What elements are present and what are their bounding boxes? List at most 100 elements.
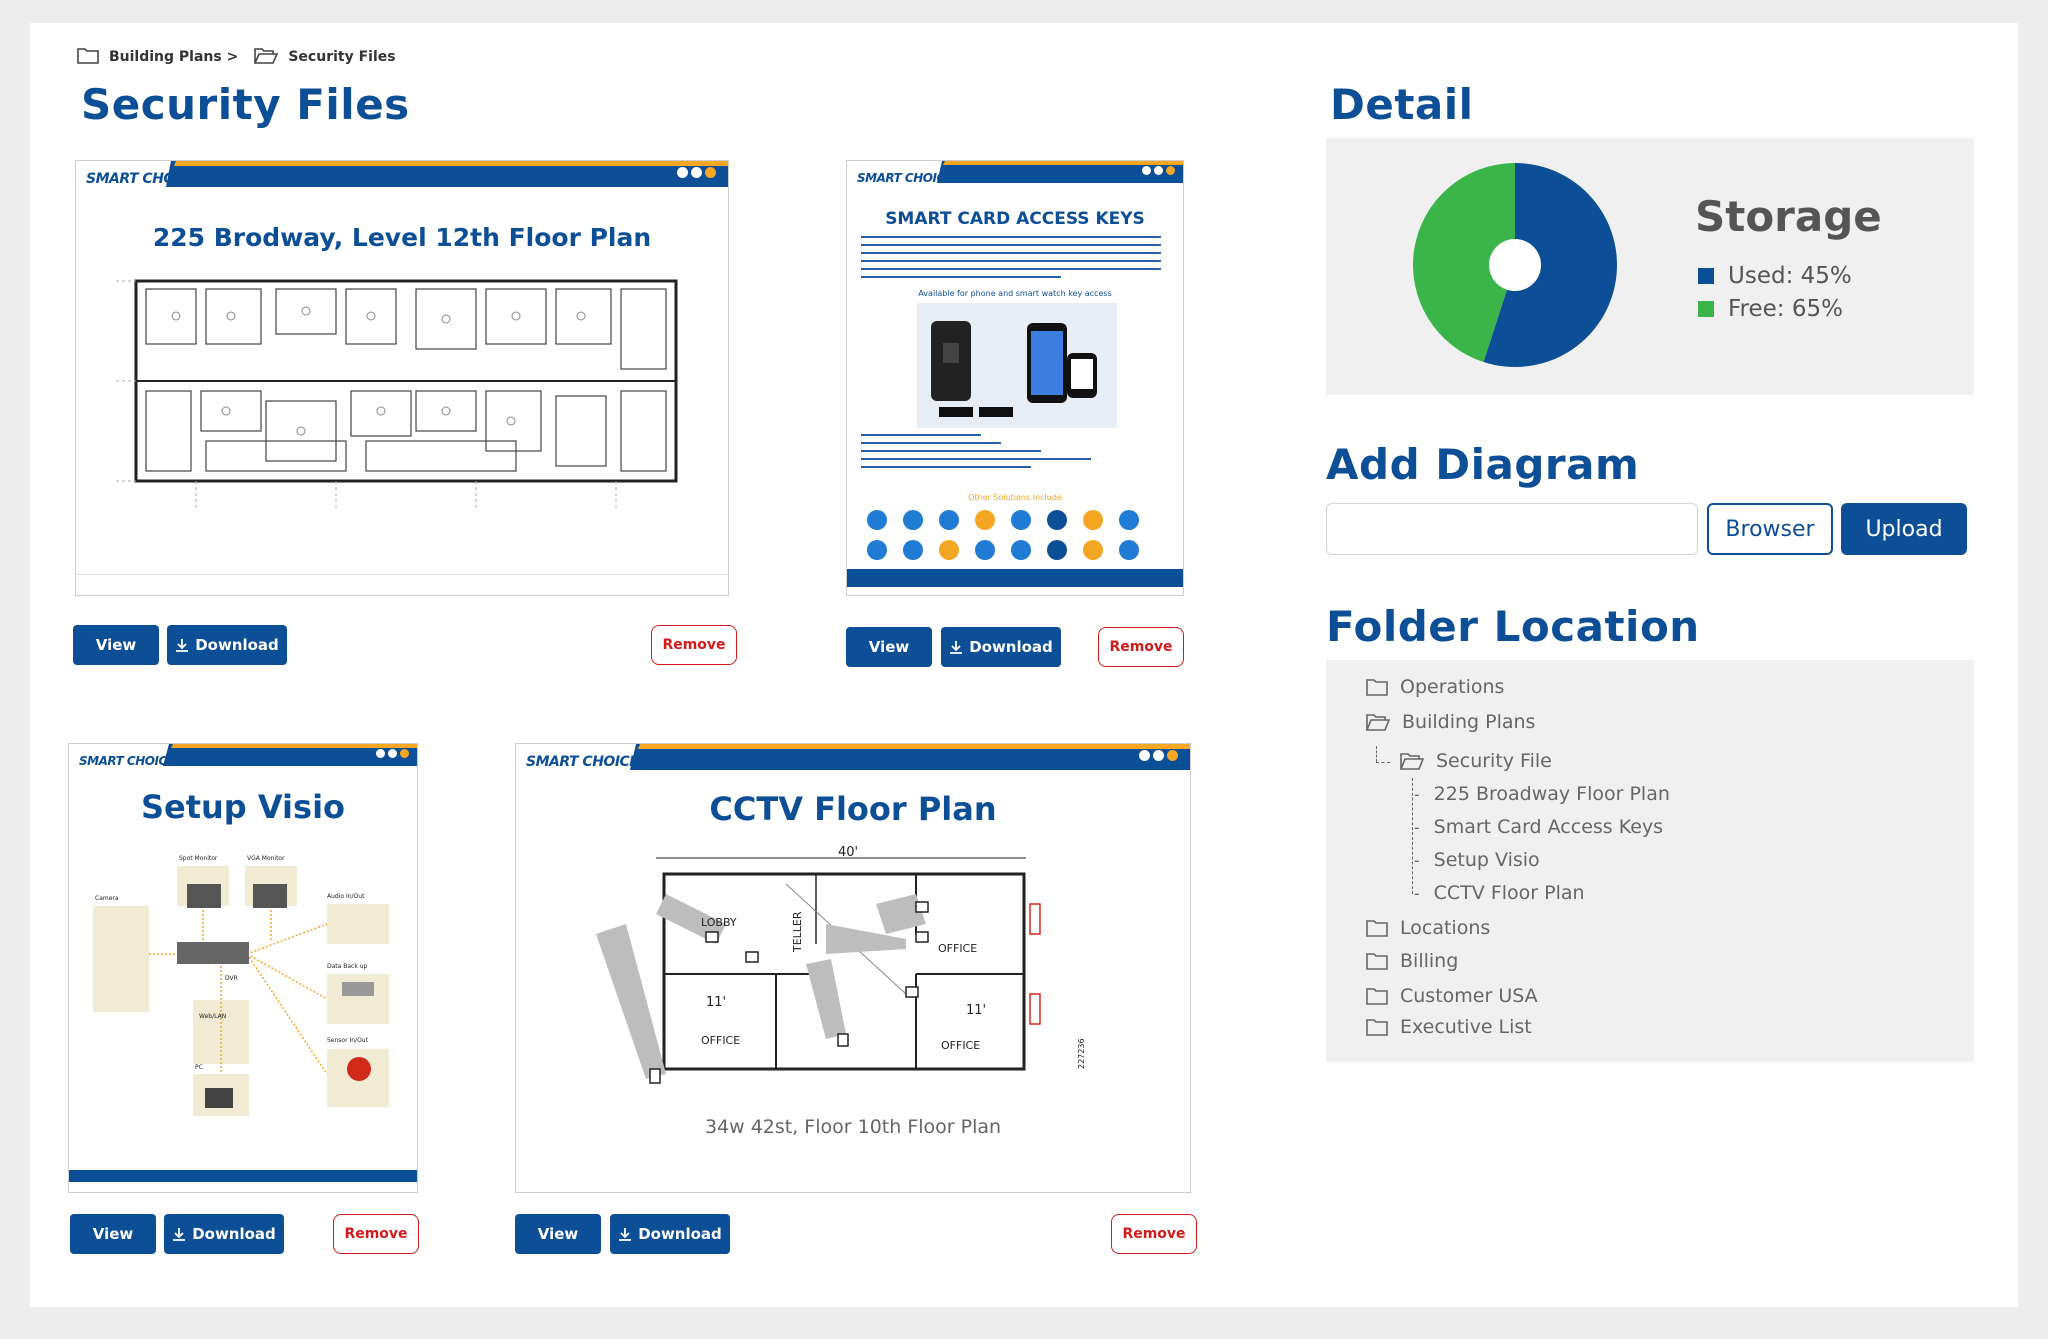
folder-icon bbox=[77, 46, 109, 68]
label-sensor: Sensor In/Out bbox=[327, 1037, 369, 1044]
label-spot-monitor: Spot Monitor bbox=[179, 855, 218, 862]
file-card-caption: 34w 42st, Floor 10th Floor Plan bbox=[704, 1116, 1002, 1138]
diagram-file-input[interactable] bbox=[1326, 503, 1698, 555]
tree-item-locations[interactable]: Locations bbox=[1366, 917, 1490, 939]
folder-open-icon bbox=[1366, 714, 1390, 731]
download-icon bbox=[176, 639, 189, 652]
view-button[interactable]: View bbox=[846, 627, 932, 667]
label-camera: Camera bbox=[95, 895, 119, 902]
tree-item-billing[interactable]: Billing bbox=[1366, 950, 1458, 972]
download-icon bbox=[173, 1228, 186, 1241]
brochure-text-lines bbox=[861, 236, 1161, 278]
download-button[interactable]: Download bbox=[610, 1214, 730, 1254]
tree-item-label: Customer USA bbox=[1400, 985, 1538, 1007]
donut-hole bbox=[1489, 239, 1541, 291]
file-card-cctv-plan[interactable]: SMART CHOICE CCTV Floor Plan 40' LOBBY T… bbox=[515, 743, 1191, 1193]
drawing-number: 227236 bbox=[1077, 1038, 1086, 1069]
tree-item-cctv[interactable]: - CCTV Floor Plan bbox=[1412, 882, 1585, 904]
label-teller: TELLER bbox=[791, 911, 804, 953]
view-button[interactable]: View bbox=[73, 625, 159, 665]
download-button[interactable]: Download bbox=[164, 1214, 284, 1254]
smart-choice-logo: SMART CHOICE bbox=[526, 754, 639, 770]
smart-choice-logo: SMART CHOICE bbox=[857, 171, 953, 185]
floor-plan-drawing bbox=[116, 279, 678, 511]
tree-item-225-broadway[interactable]: - 225 Broadway Floor Plan bbox=[1412, 783, 1670, 805]
download-label: Download bbox=[969, 638, 1053, 656]
label-office-3: OFFICE bbox=[941, 1039, 980, 1052]
folder-open-icon bbox=[254, 46, 288, 68]
tree-item-label: 225 Broadway Floor Plan bbox=[1433, 783, 1670, 805]
tree-item-label: Locations bbox=[1400, 917, 1491, 939]
label-vga-monitor: VGA Monitor bbox=[247, 855, 285, 862]
remove-button[interactable]: Remove bbox=[333, 1214, 419, 1254]
dimension-11-right: 11' bbox=[966, 1003, 986, 1018]
folder-icon bbox=[1366, 988, 1388, 1005]
remove-button[interactable]: Remove bbox=[1111, 1214, 1197, 1254]
file-card-title: Setup Visio bbox=[140, 788, 346, 826]
page-title: Security Files bbox=[81, 80, 410, 129]
solution-icons bbox=[867, 510, 1139, 560]
feature-list-lines bbox=[861, 434, 1091, 468]
dots-icon bbox=[1142, 166, 1175, 175]
tree-item-operations[interactable]: Operations bbox=[1366, 676, 1504, 698]
storage-label: Storage bbox=[1695, 192, 1882, 241]
breadcrumb-current: Security Files bbox=[288, 49, 396, 65]
dots-icon bbox=[677, 167, 716, 178]
tree-item-label: Billing bbox=[1400, 950, 1459, 972]
cctv-plan: 40' LOBBY TELLER OFFICE 11' OFFICE 11' O… bbox=[596, 845, 1086, 1084]
breadcrumb-parent[interactable]: Building Plans > bbox=[109, 49, 238, 65]
detail-title: Detail bbox=[1330, 80, 1474, 129]
upload-button[interactable]: Upload bbox=[1841, 503, 1967, 555]
legend-free-label: Free: 65% bbox=[1728, 296, 1843, 322]
file-card-setup-visio[interactable]: SMART CHOICE Setup Visio Spot Monitor VG… bbox=[68, 743, 418, 1193]
download-label: Download bbox=[638, 1225, 722, 1243]
legend-free: Free: 65% bbox=[1698, 296, 1843, 322]
remove-button[interactable]: Remove bbox=[651, 625, 737, 665]
legend-used-label: Used: 45% bbox=[1728, 263, 1852, 289]
tree-item-security-file[interactable]: Security File bbox=[1400, 750, 1552, 772]
label-web: Web/LAN bbox=[199, 1013, 226, 1020]
tree-item-executive-list[interactable]: Executive List bbox=[1366, 1016, 1532, 1038]
download-button[interactable]: Download bbox=[167, 625, 287, 665]
access-keys-image bbox=[917, 303, 1117, 428]
browser-button[interactable]: Browser bbox=[1707, 503, 1833, 555]
label-office-1: OFFICE bbox=[938, 942, 977, 955]
tree-item-label: Smart Card Access Keys bbox=[1433, 816, 1664, 838]
legend-swatch-free bbox=[1698, 301, 1714, 317]
folder-open-icon bbox=[1400, 753, 1424, 770]
tree-item-setup-visio[interactable]: - Setup Visio bbox=[1412, 849, 1540, 871]
dimension-11-left: 11' bbox=[706, 995, 726, 1010]
smart-choice-logo: SMART CHOICE bbox=[86, 171, 199, 187]
label-audio: Audio In/Out bbox=[327, 893, 365, 900]
breadcrumb: Building Plans > Security Files bbox=[77, 46, 396, 68]
file-card-access-keys[interactable]: SMART CHOICE SMART CARD ACCESS KEYS Avai… bbox=[846, 160, 1184, 596]
file-card-floor-plan[interactable]: SMART CHOICE 225 Brodway, Level 12th Flo… bbox=[75, 160, 729, 596]
label-office-2: OFFICE bbox=[701, 1034, 740, 1047]
download-icon bbox=[950, 641, 963, 654]
tree-item-label: Operations bbox=[1400, 676, 1505, 698]
download-icon bbox=[619, 1228, 632, 1241]
folder-location-title: Folder Location bbox=[1326, 602, 1700, 651]
legend-swatch-used bbox=[1698, 268, 1714, 284]
storage-donut-chart bbox=[1413, 163, 1617, 367]
remove-button[interactable]: Remove bbox=[1098, 627, 1184, 667]
view-button[interactable]: View bbox=[515, 1214, 601, 1254]
folder-icon bbox=[1366, 953, 1388, 970]
file-card-title: SMART CARD ACCESS KEYS bbox=[885, 209, 1145, 229]
tree-item-customer-usa[interactable]: Customer USA bbox=[1366, 985, 1538, 1007]
view-button[interactable]: View bbox=[70, 1214, 156, 1254]
add-diagram-title: Add Diagram bbox=[1326, 440, 1640, 489]
label-backup: Data Back up bbox=[327, 963, 368, 970]
download-button[interactable]: Download bbox=[941, 627, 1061, 667]
tree-item-label: Security File bbox=[1436, 750, 1552, 772]
label-dvr: DVR bbox=[225, 975, 238, 982]
folder-icon bbox=[1366, 1019, 1388, 1036]
dimension-40: 40' bbox=[838, 845, 858, 860]
file-card-title: CCTV Floor Plan bbox=[709, 790, 997, 828]
tree-connector: - bbox=[1412, 817, 1422, 837]
tree-item-building-plans[interactable]: Building Plans bbox=[1366, 711, 1535, 733]
dots-icon bbox=[376, 749, 409, 758]
tree-item-label: Setup Visio bbox=[1433, 849, 1540, 871]
tree-item-smart-card[interactable]: - Smart Card Access Keys bbox=[1412, 816, 1663, 838]
folder-icon bbox=[1366, 679, 1388, 696]
